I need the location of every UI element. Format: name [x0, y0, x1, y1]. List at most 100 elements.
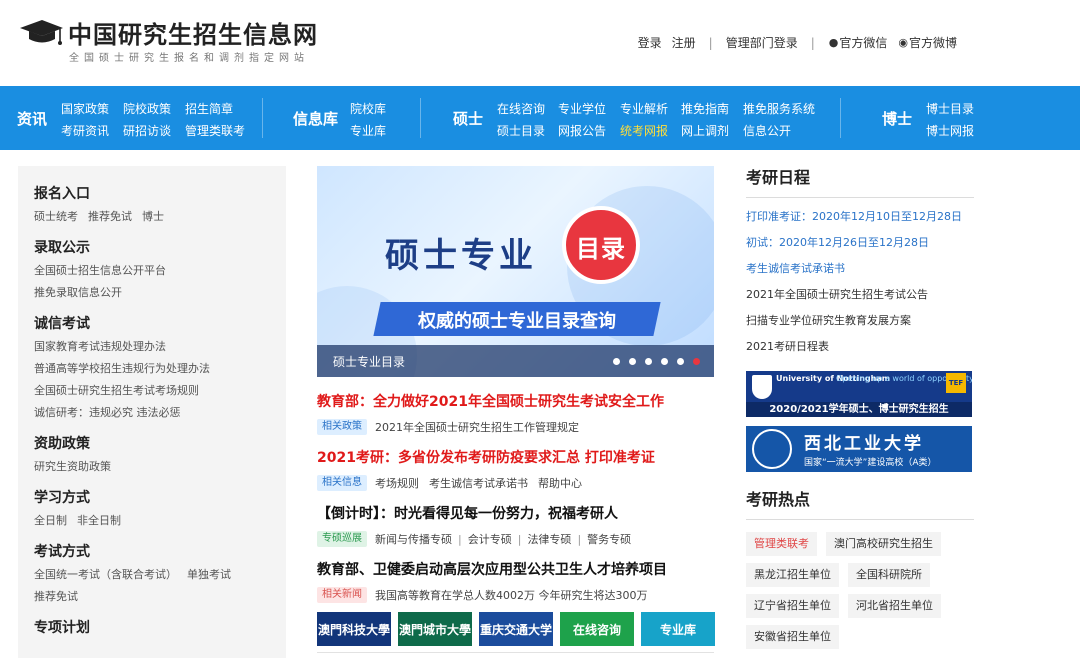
- nav-item[interactable]: 院校库: [350, 100, 386, 117]
- nav-item[interactable]: 研招访谈: [123, 122, 171, 139]
- sidebar-link[interactable]: 全日制: [34, 514, 67, 527]
- nav-item[interactable]: 专业解析: [620, 100, 668, 117]
- schedule-item[interactable]: 2021年全国硕士研究生招生考试公告: [746, 282, 974, 308]
- ad-nwpu[interactable]: 西北工业大学 国家“一流大学”建设高校（A类）: [746, 426, 972, 472]
- carousel-dot-active[interactable]: [693, 358, 700, 365]
- related-link[interactable]: 考场规则: [375, 475, 419, 491]
- related-link[interactable]: 2021年全国硕士研究生招生工作管理规定: [375, 419, 579, 435]
- nav-item-highlighted[interactable]: 统考网报: [620, 122, 668, 139]
- related-link[interactable]: 帮助中心: [538, 475, 582, 491]
- nav-section-master[interactable]: 硕士: [453, 108, 483, 129]
- university-crest-icon: [752, 375, 772, 399]
- nav-section-doctor[interactable]: 博士: [882, 108, 912, 129]
- related-link[interactable]: 会计专硕: [468, 531, 512, 547]
- headline-link[interactable]: 教育部、卫健委启动高层次应用型公共卫生人才培养项目: [317, 559, 717, 579]
- banner-carousel[interactable]: 硕士专业 目录 权威的硕士专业目录查询 硕士专业目录: [317, 166, 714, 377]
- sidebar-link[interactable]: 单独考试: [187, 568, 231, 581]
- related-link[interactable]: 考生诚信考试承诺书: [429, 475, 528, 491]
- nav-item[interactable]: 招生简章: [185, 100, 233, 117]
- tag-badge: 相关信息: [317, 475, 367, 491]
- sidebar-link[interactable]: 硕士统考: [34, 210, 78, 223]
- hot-topics-title: 考研热点: [746, 488, 974, 520]
- schedule-item[interactable]: 初试：2020年12月26日至12月28日: [746, 230, 974, 256]
- nav-item[interactable]: 专业库: [350, 122, 386, 139]
- nav-item[interactable]: 在线咨询: [497, 100, 545, 117]
- nav-item[interactable]: 院校政策: [123, 100, 171, 117]
- hot-topic-chip[interactable]: 澳门高校研究生招生: [826, 532, 941, 556]
- carousel-dot[interactable]: [645, 358, 652, 365]
- sidebar-link[interactable]: 全国硕士研究生招生考试考场规则: [34, 380, 276, 402]
- sidebar-link[interactable]: 推荐免试: [88, 210, 132, 223]
- nav-item[interactable]: 推免指南: [681, 100, 729, 117]
- related-link[interactable]: 新闻与传播专硕: [375, 531, 452, 547]
- sidebar-group-title: 专项计划: [34, 620, 90, 636]
- ad-university-name: University of Nottingham: [776, 374, 891, 383]
- hot-topic-chip[interactable]: 黑龙江招生单位: [746, 563, 839, 587]
- login-link[interactable]: 登录: [638, 34, 662, 51]
- hot-topic-chip[interactable]: 管理类联考: [746, 532, 817, 556]
- schedule-item[interactable]: 2021考研日程表: [746, 334, 974, 360]
- nav-item[interactable]: 博士目录: [926, 100, 974, 117]
- site-title[interactable]: 中国研究生招生信息网: [68, 15, 318, 50]
- sidebar-link[interactable]: 全国统一考试（含联合考试）: [34, 568, 177, 581]
- nav-item[interactable]: 信息公开: [743, 122, 791, 139]
- ad-title: 2020/2021学年硕士、博士研究生招生: [746, 402, 972, 417]
- tile-macau-must[interactable]: 澳門科技大學: [317, 612, 391, 646]
- nav-divider: [420, 98, 421, 138]
- tile-macau-city-u[interactable]: 澳門城市大學: [398, 612, 472, 646]
- sidebar-link[interactable]: 诚信研考：违规必究 违法必惩: [34, 402, 276, 424]
- sidebar-link[interactable]: 推免录取信息公开: [34, 282, 276, 304]
- ad-university-name: 西北工业大学: [804, 434, 924, 454]
- nav-item[interactable]: 专业学位: [558, 100, 606, 117]
- headline-block: 2021考研：多省份发布考研防疫要求汇总 打印准考证 相关信息 考场规则 考生诚…: [317, 447, 717, 491]
- tile-cqjtu[interactable]: 重庆交通大学: [479, 612, 553, 646]
- headline-link[interactable]: 教育部：全力做好2021年全国硕士研究生考试安全工作: [317, 391, 717, 411]
- banner-badge: 目录: [562, 206, 640, 284]
- related-link[interactable]: 法律专硕: [527, 531, 571, 547]
- schedule-item[interactable]: 考生诚信考试承诺书: [746, 256, 974, 282]
- headline-link[interactable]: 2021考研：多省份发布考研防疫要求汇总 打印准考证: [317, 447, 717, 467]
- divider: |: [517, 532, 522, 546]
- weibo-link[interactable]: 官方微博: [909, 34, 957, 51]
- nav-item[interactable]: 硕士目录: [497, 122, 545, 139]
- nav-item[interactable]: 国家政策: [61, 100, 109, 117]
- nav-item[interactable]: 网报公告: [558, 122, 606, 139]
- carousel-dot[interactable]: [629, 358, 636, 365]
- nav-section-database[interactable]: 信息库: [293, 108, 338, 129]
- sidebar-link[interactable]: 博士: [142, 210, 164, 223]
- tile-major-library[interactable]: 专业库: [641, 612, 715, 646]
- carousel-dot[interactable]: [677, 358, 684, 365]
- site-subtitle: 全国硕士研究生报名和调剂指定网站: [69, 53, 309, 64]
- hot-topic-chip[interactable]: 辽宁省招生单位: [746, 594, 839, 618]
- tile-online-consult[interactable]: 在线咨询: [560, 612, 634, 646]
- related-link[interactable]: 警务专硕: [587, 531, 631, 547]
- sidebar-link[interactable]: 非全日制: [77, 514, 121, 527]
- wechat-link[interactable]: 官方微信: [839, 34, 887, 51]
- admin-login-link[interactable]: 管理部门登录: [726, 34, 798, 51]
- headline-block: 【倒计时】：时光看得见每一份努力，祝福考研人 专硕巡展 新闻与传播专硕 | 会计专…: [317, 503, 717, 547]
- nav-section-news[interactable]: 资讯: [17, 108, 47, 129]
- nav-item[interactable]: 推免服务系统: [743, 100, 815, 117]
- sidebar-link[interactable]: 研究生资助政策: [34, 456, 276, 478]
- hot-topic-chip[interactable]: 河北省招生单位: [848, 594, 941, 618]
- sidebar-link[interactable]: 推荐免试: [34, 586, 276, 608]
- carousel-dot[interactable]: [661, 358, 668, 365]
- sidebar-link[interactable]: 国家教育考试违规处理办法: [34, 336, 276, 358]
- related-link[interactable]: 我国高等教育在学总人数4002万 今年研究生将达300万: [375, 587, 648, 603]
- carousel-dot[interactable]: [613, 358, 620, 365]
- sidebar-link[interactable]: 普通高等学校招生违规行为处理办法: [34, 358, 276, 380]
- divider: |: [577, 532, 582, 546]
- nav-item[interactable]: 博士网报: [926, 122, 974, 139]
- sidebar-link[interactable]: 全国硕士招生信息公开平台: [34, 260, 276, 282]
- headline-link[interactable]: 【倒计时】：时光看得见每一份努力，祝福考研人: [317, 503, 717, 523]
- ad-nottingham[interactable]: University of Nottingham Opening up a wo…: [746, 371, 972, 417]
- hot-topic-chip[interactable]: 全国科研院所: [848, 563, 930, 587]
- nav-item[interactable]: 管理类联考: [185, 122, 245, 139]
- nav-item[interactable]: 网上调剂: [681, 122, 729, 139]
- nav-item[interactable]: 考研资讯: [61, 122, 109, 139]
- schedule-item[interactable]: 打印准考证：2020年12月10日至12月28日: [746, 204, 974, 230]
- hot-topic-chip[interactable]: 安徽省招生单位: [746, 625, 839, 649]
- banner-caption[interactable]: 硕士专业目录: [333, 353, 405, 370]
- register-link[interactable]: 注册: [672, 34, 696, 51]
- schedule-item[interactable]: 扫描专业学位研究生教育发展方案: [746, 308, 974, 334]
